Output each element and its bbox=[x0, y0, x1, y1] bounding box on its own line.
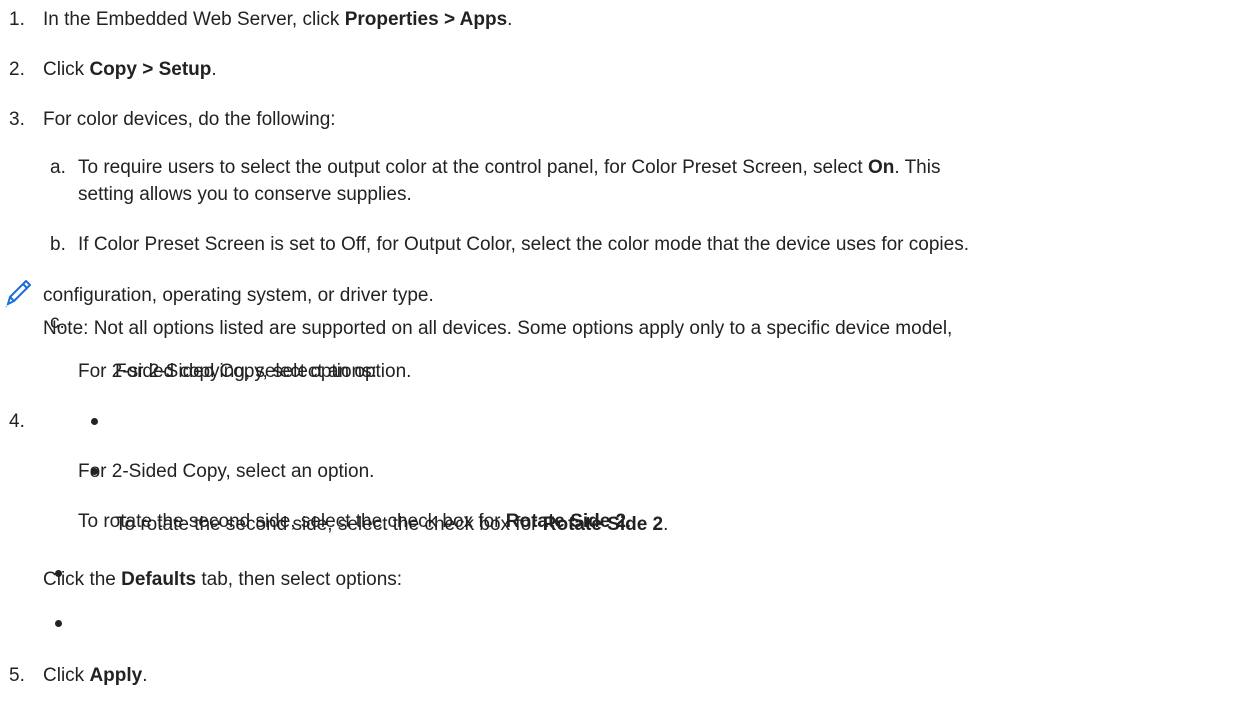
substep-letter: a. bbox=[50, 157, 66, 178]
step-text-part: . bbox=[507, 9, 513, 30]
substep-text: If Color Preset Screen is set to Off, fo… bbox=[78, 234, 969, 255]
note-text-continued: configuration, operating system, or driv… bbox=[43, 285, 434, 306]
step-emphasis: Defaults bbox=[121, 569, 197, 590]
step-emphasis: Apply bbox=[89, 665, 143, 686]
bullet-icon bbox=[55, 570, 62, 577]
step-text-part: Click bbox=[43, 665, 90, 686]
pencil-icon bbox=[5, 280, 31, 308]
substep-letter: c. bbox=[50, 312, 65, 333]
step-number: 4. bbox=[9, 411, 25, 432]
step-number: 5. bbox=[9, 665, 25, 686]
bullet-icon bbox=[55, 620, 62, 627]
substep-text: To require users to select the output co… bbox=[78, 154, 940, 181]
bullet-emphasis: Rotate Side 2 bbox=[505, 511, 627, 532]
bullet-text: For 2-Sided Copy, select an option. bbox=[115, 361, 412, 382]
step-number: 1. bbox=[9, 9, 25, 30]
substep-emphasis: On bbox=[867, 157, 895, 178]
substep-text-part: . This bbox=[894, 157, 941, 178]
step-text-part: . bbox=[142, 665, 148, 686]
step-number: 3. bbox=[9, 109, 25, 130]
step-text: Click the Defaults tab, then select opti… bbox=[43, 566, 402, 593]
step-text: Click Copy > Setup. bbox=[43, 56, 217, 83]
step-text-part: In the Embedded Web Server, click bbox=[43, 9, 345, 30]
bullet-text-part: . bbox=[626, 511, 632, 532]
substep-letter: b. bbox=[50, 234, 66, 255]
substep-text-continued: setting allows you to conserve supplies. bbox=[78, 184, 412, 205]
bullet-text-part: . bbox=[663, 514, 669, 535]
step-text: In the Embedded Web Server, click Proper… bbox=[43, 6, 512, 33]
substep-text-part: To require users to select the output co… bbox=[78, 157, 868, 178]
bullet-icon bbox=[91, 418, 98, 425]
step-number: 2. bbox=[9, 59, 25, 80]
step-text-part: Click bbox=[43, 59, 90, 80]
bullet-text: To rotate the second side, select the ch… bbox=[78, 508, 631, 535]
step-text: Click Apply. bbox=[43, 662, 148, 689]
step-text: For color devices, do the following: bbox=[43, 109, 336, 130]
bullet-text: For 2-Sided Copy, select an option. bbox=[78, 461, 375, 482]
note-text: Note: Not all options listed are support… bbox=[43, 318, 953, 339]
step-emphasis: Copy > Setup bbox=[89, 59, 212, 80]
step-text-part: tab, then select options: bbox=[196, 569, 403, 590]
step-text-part: . bbox=[211, 59, 217, 80]
step-emphasis: Properties > Apps bbox=[344, 9, 508, 30]
bullet-text-part: To rotate the second side, select the ch… bbox=[78, 511, 506, 532]
